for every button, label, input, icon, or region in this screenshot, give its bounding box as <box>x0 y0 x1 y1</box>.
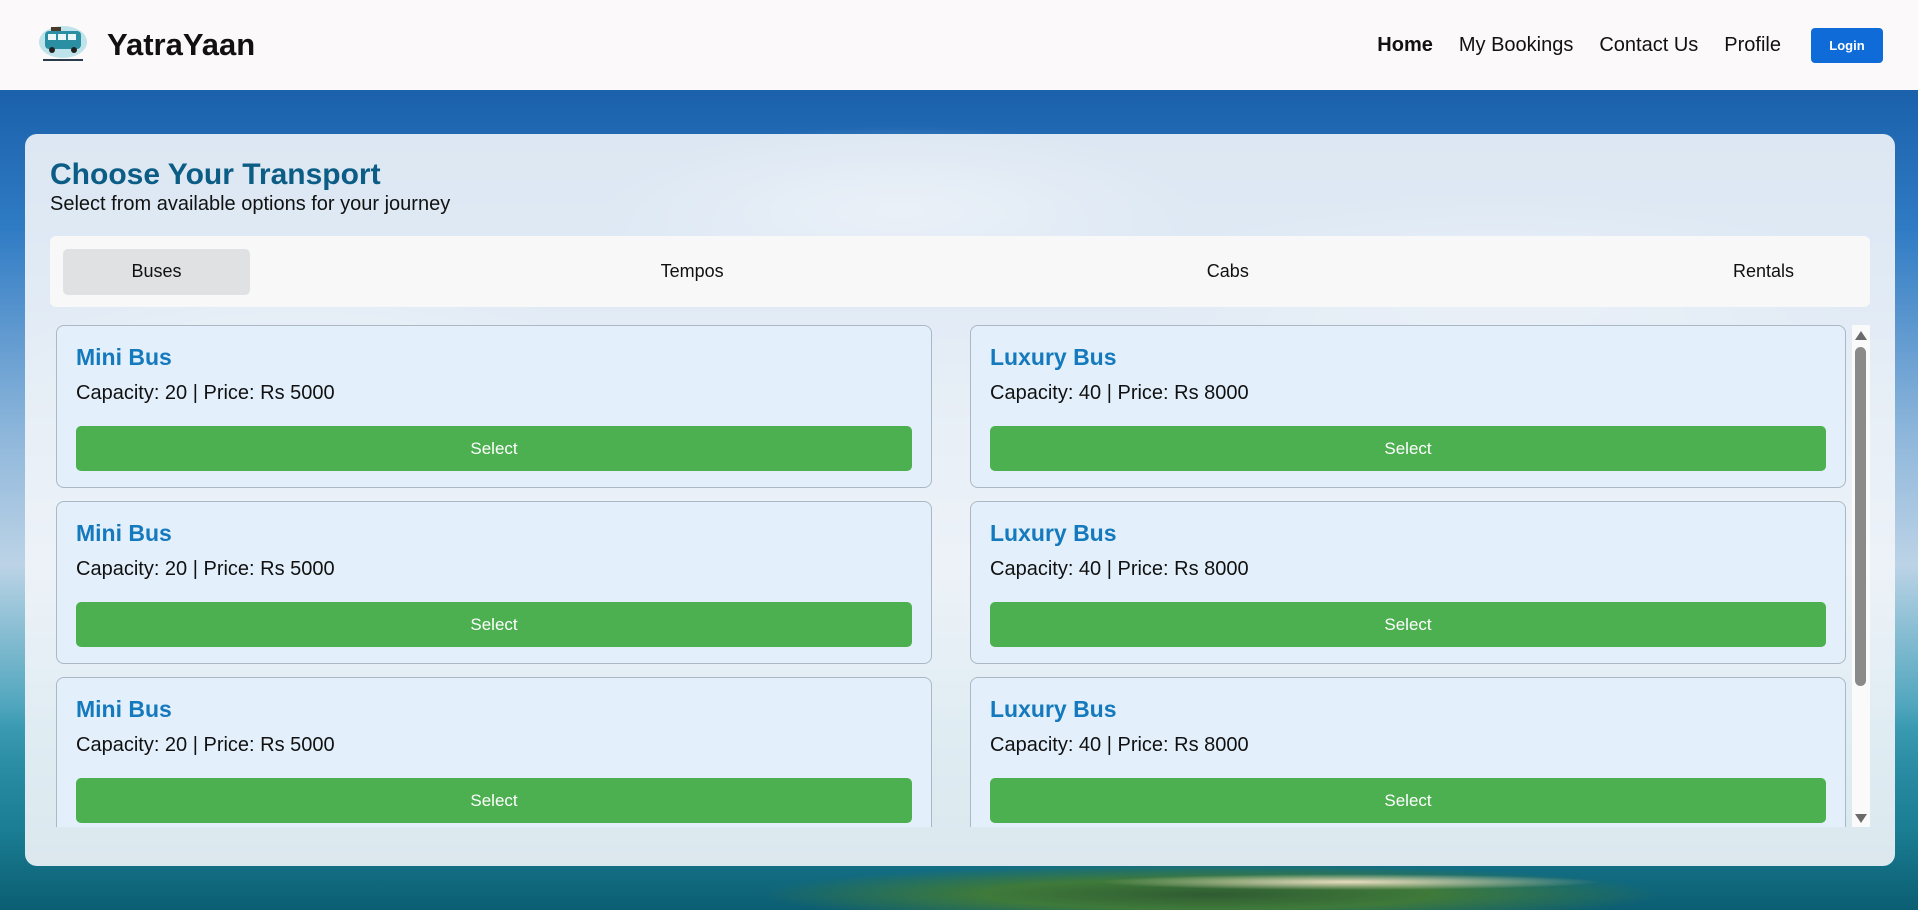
select-button[interactable]: Select <box>76 426 912 471</box>
card-info: Capacity: 40 | Price: Rs 8000 <box>990 558 1249 580</box>
card-info: Capacity: 20 | Price: Rs 5000 <box>76 558 335 580</box>
transport-card: Mini Bus Capacity: 20 | Price: Rs 5000 S… <box>56 325 932 488</box>
select-button[interactable]: Select <box>990 602 1826 647</box>
select-button[interactable]: Select <box>76 778 912 823</box>
login-button[interactable]: Login <box>1811 27 1883 63</box>
nav-links: Home My Bookings Contact Us Profile Logi… <box>1351 27 1883 63</box>
transport-card: Luxury Bus Capacity: 40 | Price: Rs 8000… <box>970 501 1846 664</box>
card-title: Luxury Bus <box>990 344 1117 370</box>
navbar: YatraYaan Home My Bookings Contact Us Pr… <box>0 0 1918 90</box>
nav-my-bookings[interactable]: My Bookings <box>1459 34 1574 57</box>
card-info: Capacity: 20 | Price: Rs 5000 <box>76 734 335 756</box>
card-info: Capacity: 40 | Price: Rs 8000 <box>990 734 1249 756</box>
scrollbar[interactable] <box>1852 325 1870 827</box>
background-beach <box>1100 872 1600 892</box>
nav-home[interactable]: Home <box>1377 34 1433 57</box>
tab-buses[interactable]: Buses <box>63 248 250 295</box>
card-title: Mini Bus <box>76 520 172 546</box>
page-title: Choose Your Transport <box>50 158 381 191</box>
transport-card: Mini Bus Capacity: 20 | Price: Rs 5000 S… <box>56 677 932 827</box>
transport-card: Luxury Bus Capacity: 40 | Price: Rs 8000… <box>970 325 1846 488</box>
scroll-down-arrow-icon[interactable] <box>1855 814 1867 823</box>
card-title: Luxury Bus <box>990 520 1117 546</box>
card-info: Capacity: 20 | Price: Rs 5000 <box>76 382 335 404</box>
page-subtitle: Select from available options for your j… <box>50 193 451 215</box>
tab-tempos[interactable]: Tempos <box>599 249 786 295</box>
transport-grid: Mini Bus Capacity: 20 | Price: Rs 5000 S… <box>50 325 1870 827</box>
transport-card: Luxury Bus Capacity: 40 | Price: Rs 8000… <box>970 677 1846 827</box>
transport-card: Mini Bus Capacity: 20 | Price: Rs 5000 S… <box>56 501 932 664</box>
select-button[interactable]: Select <box>76 602 912 647</box>
transport-tabs: Buses Tempos Cabs Rentals <box>50 236 1870 307</box>
nav-contact-us[interactable]: Contact Us <box>1599 34 1698 57</box>
brand-name[interactable]: YatraYaan <box>107 27 255 63</box>
card-info: Capacity: 40 | Price: Rs 8000 <box>990 382 1249 404</box>
nav-profile[interactable]: Profile <box>1724 34 1781 57</box>
scroll-thumb[interactable] <box>1855 347 1866 686</box>
transport-list[interactable]: Mini Bus Capacity: 20 | Price: Rs 5000 S… <box>50 325 1870 827</box>
select-button[interactable]: Select <box>990 778 1826 823</box>
bus-logo-icon[interactable] <box>35 23 91 67</box>
card-title: Mini Bus <box>76 344 172 370</box>
card-title: Mini Bus <box>76 696 172 722</box>
tab-rentals[interactable]: Rentals <box>1670 249 1857 295</box>
select-button[interactable]: Select <box>990 426 1826 471</box>
transport-panel: Choose Your Transport Select from availa… <box>25 134 1895 866</box>
card-title: Luxury Bus <box>990 696 1117 722</box>
scroll-up-arrow-icon[interactable] <box>1855 331 1867 340</box>
tab-cabs[interactable]: Cabs <box>1134 249 1321 295</box>
